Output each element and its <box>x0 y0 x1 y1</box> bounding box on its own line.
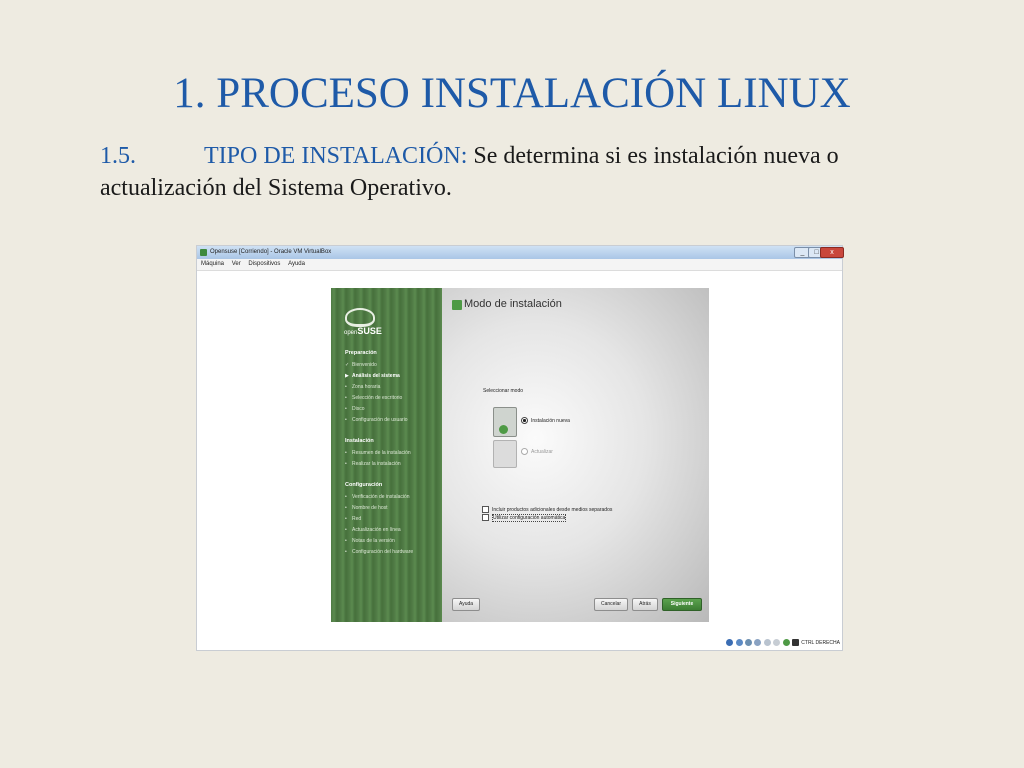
sidebar-item-label: Actualización en línea <box>352 527 401 533</box>
select-mode-label: Seleccionar modo <box>483 388 524 394</box>
bullet-icon: • <box>345 494 347 500</box>
checkbox-autoconfig[interactable]: Utilizar configuración automática <box>482 513 567 522</box>
checkbox-autoconfig-label: Utilizar configuración automática <box>492 513 567 522</box>
bullet-icon: • <box>345 527 347 533</box>
sidebar-item-realizar: • Realizar la instalación <box>345 461 401 467</box>
bullet-icon: • <box>345 406 347 412</box>
check-icon: ✓ <box>345 362 350 368</box>
vm-display[interactable]: openSUSE Preparación ✓ Bienvenido ▶ Anális… <box>331 288 709 622</box>
radio-selected-icon <box>521 417 528 424</box>
bullet-icon: • <box>345 384 347 390</box>
sidebar-item-label: Selección de escritorio <box>352 395 403 401</box>
section-label: TIPO DE INSTALACIÓN: <box>204 143 468 169</box>
radio-update-label: Actualizar <box>531 448 553 455</box>
sidebar-item-notas: • Notas de la versión <box>345 538 395 544</box>
brand-name: SUSE <box>357 326 382 336</box>
menu-ver[interactable]: Ver <box>232 261 241 267</box>
new-install-icon <box>493 407 517 437</box>
bullet-icon: • <box>345 549 347 555</box>
video-capture-icon[interactable] <box>773 639 781 647</box>
sidebar-item-resumen: • Resumen de la instalación <box>345 450 411 456</box>
sidebar-item-analisis: ▶ Análisis del sistema <box>345 373 400 379</box>
sidebar-item-host: • Nombre de host <box>345 505 388 511</box>
sidebar-group-instalacion: Instalación <box>345 438 374 444</box>
usb-icon[interactable] <box>744 639 752 647</box>
bullet-icon: • <box>345 450 347 456</box>
sidebar-item-hardware: • Configuración del hardware <box>345 549 413 555</box>
bullet-icon: • <box>345 505 347 511</box>
sidebar-item-label: Zona horaria <box>352 384 381 390</box>
opensuse-brand: openSUSE <box>344 326 382 336</box>
installer-sidebar: openSUSE Preparación ✓ Bienvenido ▶ Anális… <box>331 288 442 622</box>
page-title: Modo de instalación <box>464 298 562 310</box>
slide-body: 1.5. TIPO DE INSTALACIÓN: Se determina si… <box>100 140 930 204</box>
sidebar-group-configuracion: Configuración <box>345 482 383 488</box>
bullet-icon: • <box>345 461 347 467</box>
menu-bar: Máquina Ver Dispositivos Ayuda <box>197 259 842 271</box>
window-titlebar[interactable]: Opensuse [Corriendo] - Oracle VM Virtual… <box>197 246 844 259</box>
installer-main-panel: Modo de instalación Seleccionar modo Ins… <box>442 288 709 622</box>
network-icon[interactable] <box>754 639 762 647</box>
mouse-integration-icon[interactable] <box>791 639 799 647</box>
virtualbox-window: Opensuse [Corriendo] - Oracle VM Virtual… <box>196 245 844 651</box>
window-title: Opensuse [Corriendo] - Oracle VM Virtual… <box>210 249 332 255</box>
sidebar-item-label: Resumen de la instalación <box>352 450 411 456</box>
slide-title: 1. PROCESO INSTALACIÓN LINUX <box>173 70 851 117</box>
sidebar-item-actualizacion: • Actualización en línea <box>345 527 401 533</box>
install-mode-icon <box>452 300 462 310</box>
bullet-icon: • <box>345 516 347 522</box>
cancel-button[interactable]: Cancelar <box>594 598 628 611</box>
status-bar: CTRL DERECHA <box>726 638 840 648</box>
sidebar-item-zona-horaria: • Zona horaria <box>345 384 380 390</box>
sidebar-item-label: Red <box>352 516 362 522</box>
arrow-right-icon: ▶ <box>345 373 349 379</box>
sidebar-item-escritorio: • Selección de escritorio <box>345 395 402 401</box>
hard-disk-icon[interactable] <box>726 639 734 647</box>
sidebar-item-label: Configuración del hardware <box>352 549 414 555</box>
brand-prefix: open <box>344 330 358 336</box>
opensuse-chameleon-logo <box>345 308 375 327</box>
radio-new-install-label: Instalación nueva <box>531 417 570 424</box>
sidebar-item-label: Realizar la instalación <box>352 461 401 467</box>
radio-unselected-icon <box>521 448 528 455</box>
checkbox-addons[interactable]: Incluir productos adicionales desde medi… <box>482 506 612 513</box>
close-button[interactable]: x <box>820 247 844 258</box>
menu-dispositivos[interactable]: Dispositivos <box>248 261 280 267</box>
menu-ayuda[interactable]: Ayuda <box>288 261 305 267</box>
checkbox-icon <box>482 514 489 521</box>
sidebar-item-label: Disco <box>352 406 365 412</box>
virtualization-icon <box>782 639 790 647</box>
bullet-icon: • <box>345 395 347 401</box>
sidebar-item-disco: • Disco <box>345 406 365 412</box>
sidebar-item-label: Análisis del sistema <box>352 373 400 379</box>
checkbox-addons-label: Incluir productos adicionales desde medi… <box>492 506 613 513</box>
sidebar-item-bienvenido: ✓ Bienvenido <box>345 362 377 368</box>
sidebar-item-verificacion: • Verificación de instalación <box>345 494 410 500</box>
sidebar-group-preparacion: Preparación <box>345 350 377 356</box>
update-icon <box>493 440 517 468</box>
bullet-icon: • <box>345 417 347 423</box>
bullet-icon: • <box>345 538 347 544</box>
shared-folders-icon[interactable] <box>763 639 771 647</box>
menu-maquina[interactable]: Máquina <box>201 261 224 267</box>
host-key-label: CTRL DERECHA <box>801 640 840 646</box>
sidebar-item-label: Notas de la versión <box>352 538 395 544</box>
radio-update[interactable]: Actualizar <box>521 448 553 455</box>
sidebar-item-usuario: • Configuración de usuario <box>345 417 408 423</box>
optical-drive-icon[interactable] <box>735 639 743 647</box>
sidebar-item-red: • Red <box>345 516 361 522</box>
radio-new-install[interactable]: Instalación nueva <box>521 417 570 424</box>
checkbox-icon <box>482 506 489 513</box>
sidebar-item-label: Bienvenido <box>352 362 377 368</box>
sidebar-item-label: Verificación de instalación <box>352 494 410 500</box>
help-button[interactable]: Ayuda <box>452 598 480 611</box>
sidebar-item-label: Configuración de usuario <box>352 417 408 423</box>
next-button[interactable]: Siguiente <box>662 598 702 611</box>
back-button[interactable]: Atrás <box>632 598 658 611</box>
sidebar-item-label: Nombre de host <box>352 505 388 511</box>
section-number: 1.5. <box>100 143 136 169</box>
virtualbox-app-icon <box>200 249 207 256</box>
